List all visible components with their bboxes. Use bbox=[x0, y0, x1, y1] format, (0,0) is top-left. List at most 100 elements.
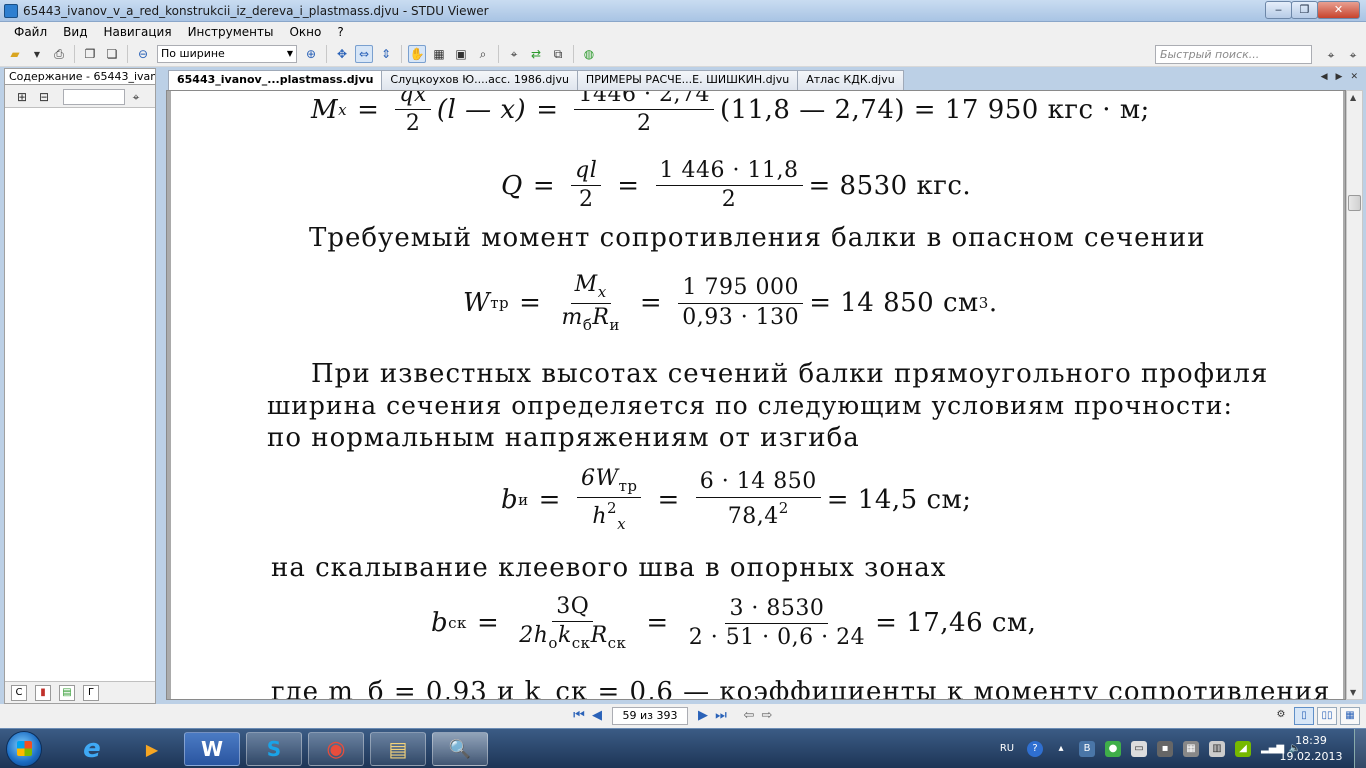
formula-result: (11,8 — 2,74) = 17 950 кгс · м; bbox=[719, 94, 1150, 125]
bookmark-icon[interactable]: ▮ bbox=[35, 684, 51, 701]
menu-file[interactable]: Файл bbox=[6, 25, 55, 39]
fit-page-icon[interactable]: ✥ bbox=[333, 45, 351, 63]
copy-icon[interactable]: ⧉ bbox=[549, 45, 567, 63]
toolbar-separator bbox=[498, 45, 499, 63]
search-next-icon[interactable]: ⌖ bbox=[1344, 46, 1362, 64]
show-desktop-button[interactable] bbox=[1354, 729, 1366, 768]
menu-help[interactable]: ? bbox=[329, 25, 351, 39]
taskbar-stdu-viewer[interactable]: 🔍 bbox=[432, 732, 488, 766]
close-button[interactable]: ✕ bbox=[1317, 1, 1360, 19]
sidebar-tab-contents[interactable]: С bbox=[11, 684, 27, 701]
tray-device-icon[interactable]: ▪ bbox=[1157, 741, 1173, 757]
formula-equals: = bbox=[617, 170, 640, 201]
language-indicator[interactable]: RU bbox=[997, 741, 1017, 757]
copy-page-icon[interactable]: ❐ bbox=[81, 45, 99, 63]
scroll-down-icon[interactable]: ▼ bbox=[1350, 688, 1356, 697]
fraction-numerator: 1 795 000 bbox=[678, 276, 803, 304]
formula-subscript: ск bbox=[607, 634, 627, 653]
menu-view[interactable]: Вид bbox=[55, 25, 95, 39]
two-pages-icon[interactable]: ❏ bbox=[103, 45, 121, 63]
zoom-in-icon[interactable]: ⊕ bbox=[302, 45, 320, 63]
next-page-icon[interactable]: ▶ bbox=[694, 707, 712, 725]
tab-close-icon[interactable]: ✕ bbox=[1350, 72, 1358, 82]
formula-symbol: M bbox=[574, 272, 598, 297]
fraction-numerator: 6Wтр bbox=[576, 466, 642, 498]
open-folder-icon[interactable]: ▰ bbox=[6, 45, 24, 63]
thumbnails-icon[interactable]: ▤ bbox=[59, 684, 75, 701]
menu-navigation[interactable]: Навигация bbox=[95, 25, 179, 39]
sidebar-search-input[interactable] bbox=[63, 89, 125, 105]
sidebar-contents-tab[interactable]: Содержание - 65443_ivanov_v_a_red_konstr… bbox=[5, 69, 155, 85]
formula-symbol: R bbox=[590, 623, 608, 649]
formula-subscript: ск bbox=[571, 634, 591, 653]
nvidia-icon[interactable]: ◢ bbox=[1235, 741, 1251, 757]
vertical-scrollbar[interactable]: ▲ ▼ bbox=[1346, 90, 1363, 700]
two-page-view-icon[interactable]: ▯▯ bbox=[1317, 707, 1337, 725]
scrollbar-thumb[interactable] bbox=[1348, 195, 1361, 211]
signal-icon[interactable]: ▂▄▆ bbox=[1261, 741, 1284, 757]
tab-document-1[interactable]: 65443_ivanov_...plastmass.djvu bbox=[168, 70, 383, 91]
tab-document-3[interactable]: ПРИМЕРЫ РАСЧЕ...Е. ШИШКИН.djvu bbox=[576, 70, 799, 90]
taskbar-explorer[interactable]: ▤ bbox=[370, 732, 426, 766]
dropdown-arrow-icon[interactable]: ▼ bbox=[28, 45, 46, 63]
collapse-tree-icon[interactable]: ⊟ bbox=[35, 88, 53, 106]
vk-icon[interactable]: В bbox=[1079, 741, 1095, 757]
tab-document-2[interactable]: Слуцкоухов Ю....асс. 1986.djvu bbox=[381, 70, 578, 90]
tab-scroll-left-icon[interactable]: ◀ bbox=[1321, 72, 1328, 82]
tray-app-icon[interactable]: ● bbox=[1105, 741, 1121, 757]
fit-width-icon[interactable]: ⇔ bbox=[355, 45, 373, 63]
document-viewport[interactable]: Mx = qx 2 (l — x) = 1446 · 2,74 2 (11,8 — … bbox=[166, 90, 1346, 700]
formula-fraction: 1 795 000 0,93 · 130 bbox=[678, 276, 803, 329]
start-button[interactable] bbox=[6, 731, 42, 767]
tab-scroll-right-icon[interactable]: ▶ bbox=[1336, 72, 1343, 82]
print-icon[interactable]: ⎙ bbox=[50, 45, 68, 63]
previous-page-icon[interactable]: ◀ bbox=[588, 707, 606, 725]
find-icon[interactable]: ⌖ bbox=[505, 45, 523, 63]
binoculars-icon[interactable]: ⌖ bbox=[127, 88, 145, 106]
tray-monitor-icon[interactable]: ▭ bbox=[1131, 741, 1147, 757]
formula-equals: = bbox=[519, 288, 542, 318]
fit-height-icon[interactable]: ⇕ bbox=[377, 45, 395, 63]
paragraph-line: где m_б = 0,93 и k_ск = 0,6 — коэффициен… bbox=[271, 677, 1331, 700]
menu-window[interactable]: Окно bbox=[281, 25, 329, 39]
sync-icon[interactable]: ⇄ bbox=[527, 45, 545, 63]
clock[interactable]: 18:39 19.02.2013 bbox=[1278, 733, 1344, 765]
zoom-mode-select[interactable]: По ширине ▼ bbox=[157, 45, 297, 63]
continuous-view-icon[interactable]: ▦ bbox=[1340, 707, 1360, 725]
taskbar-word[interactable]: W bbox=[184, 732, 240, 766]
sidebar-tab-search[interactable]: Г bbox=[83, 684, 99, 701]
menu-tools[interactable]: Инструменты bbox=[180, 25, 282, 39]
taskbar-skype[interactable]: S bbox=[246, 732, 302, 766]
tray-keyboard-icon[interactable]: ▦ bbox=[1183, 741, 1199, 757]
zoom-tool-icon[interactable]: ⌕ bbox=[474, 45, 492, 63]
tray-network-icon[interactable]: ▥ bbox=[1209, 741, 1225, 757]
search-prev-icon[interactable]: ⌖ bbox=[1322, 46, 1340, 64]
page-number-input[interactable]: 59 из 393 bbox=[612, 707, 688, 725]
hand-tool-icon[interactable]: ✋ bbox=[408, 45, 426, 63]
back-icon[interactable]: ⇦ bbox=[740, 707, 758, 725]
taskbar-media-player[interactable]: ▶ bbox=[124, 732, 180, 766]
select-image-icon[interactable]: ▣ bbox=[452, 45, 470, 63]
single-page-view-icon[interactable]: ▯ bbox=[1294, 707, 1314, 725]
globe-icon[interactable]: ◍ bbox=[580, 45, 598, 63]
quick-search-input[interactable]: Быстрый поиск... bbox=[1155, 45, 1312, 64]
last-page-icon[interactable]: ⏭ bbox=[712, 707, 730, 725]
minimize-button[interactable]: ‒ bbox=[1265, 1, 1292, 19]
maximize-button[interactable]: ❐ bbox=[1291, 1, 1318, 19]
settings-icon[interactable]: ⚙ bbox=[1271, 707, 1291, 725]
taskbar-ie[interactable]: e bbox=[64, 732, 120, 766]
forward-icon[interactable]: ⇨ bbox=[758, 707, 776, 725]
scroll-up-icon[interactable]: ▲ bbox=[1350, 93, 1356, 102]
help-icon[interactable]: ? bbox=[1027, 741, 1043, 757]
first-page-icon[interactable]: ⏮ bbox=[570, 707, 588, 725]
zoom-out-icon[interactable]: ⊖ bbox=[134, 45, 152, 63]
paragraph-line: по нормальным напряжениям от изгиба bbox=[267, 423, 860, 453]
formula-fraction: ql 2 bbox=[571, 158, 602, 212]
contents-tree[interactable] bbox=[5, 107, 155, 681]
taskbar-chrome[interactable]: ◉ bbox=[308, 732, 364, 766]
tab-document-4[interactable]: Атлас КДК.djvu bbox=[797, 70, 904, 90]
expand-tree-icon[interactable]: ⊞ bbox=[13, 88, 31, 106]
formula-symbol: h bbox=[592, 503, 608, 529]
tray-arrow-icon[interactable]: ▴ bbox=[1053, 741, 1069, 757]
select-text-icon[interactable]: ▦ bbox=[430, 45, 448, 63]
